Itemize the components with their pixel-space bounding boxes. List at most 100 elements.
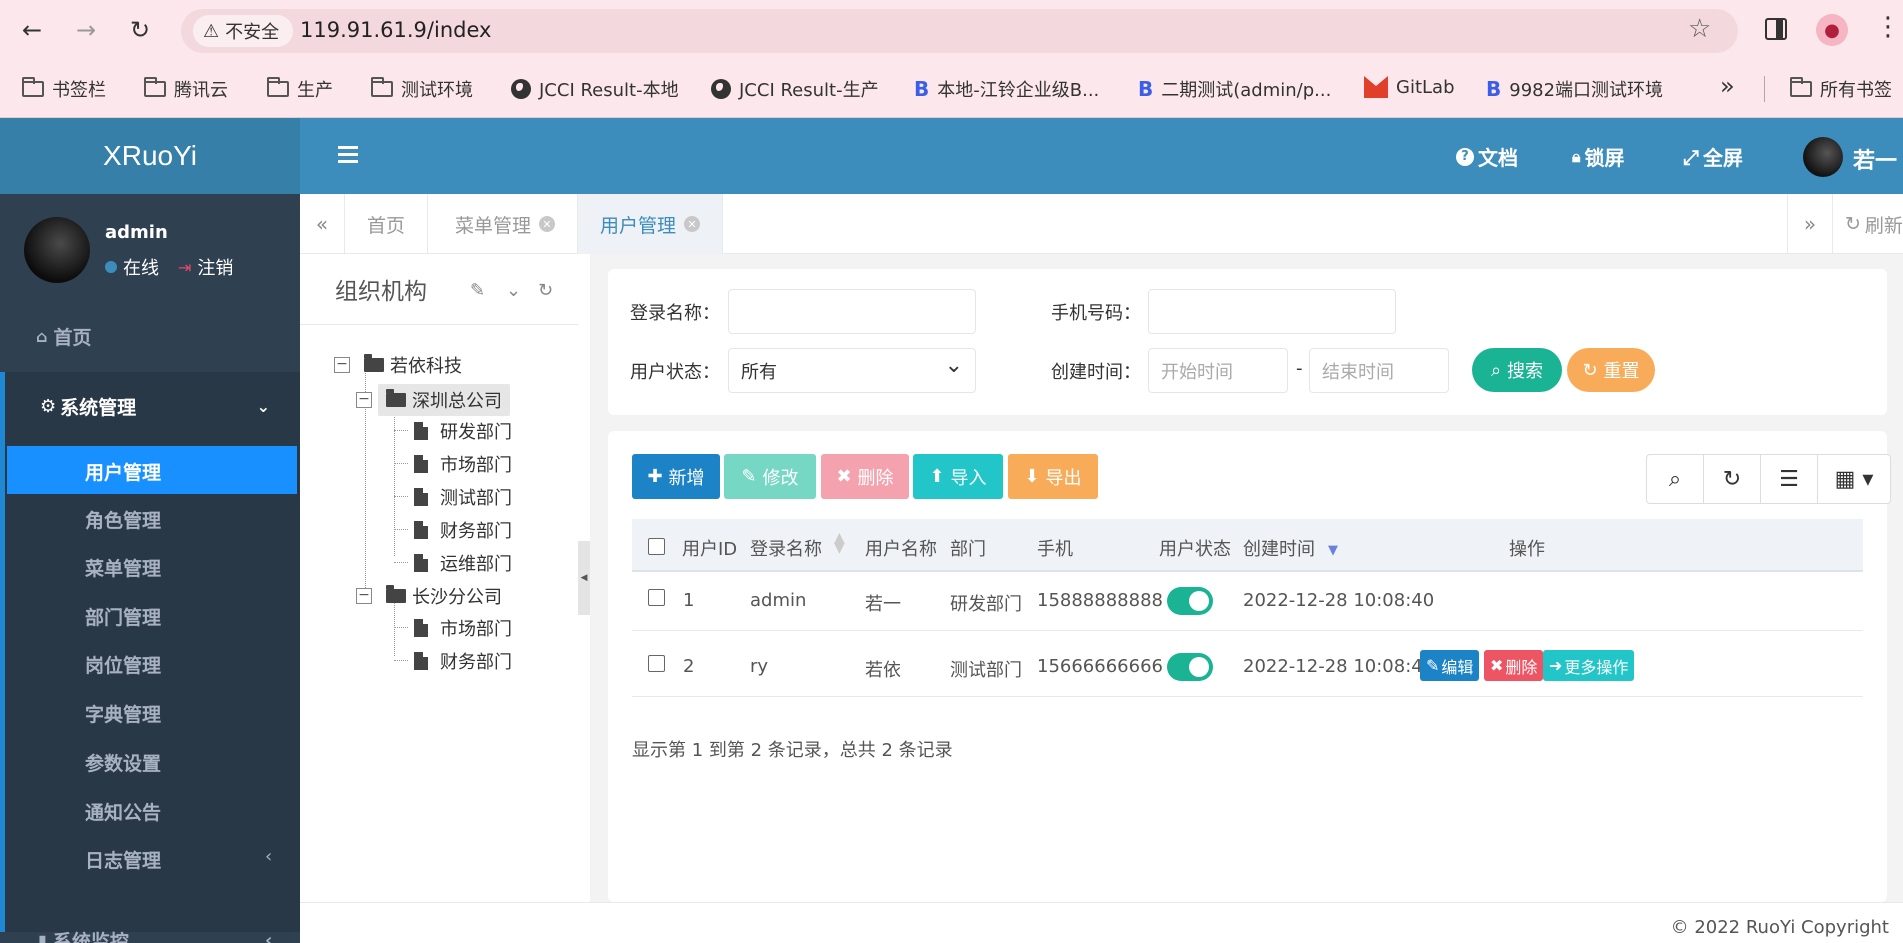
more-bookmarks-button[interactable]: » (1720, 72, 1735, 100)
collapse-icon[interactable]: − (334, 357, 350, 373)
tab-home[interactable]: 首页 (345, 194, 429, 254)
tab-menus[interactable]: 菜单管理 ✕ (433, 194, 579, 254)
bookmark-item[interactable]: GitLab (1364, 76, 1455, 98)
sort-desc-icon[interactable]: ▼ (1328, 543, 1338, 558)
toggle-view-icon[interactable]: ☰ (1760, 454, 1818, 504)
sidebar-item-monitor[interactable]: ▮ 系统监控 ‹ (0, 916, 300, 943)
start-date-input[interactable]: 开始时间 (1148, 348, 1288, 393)
tab-scroll-left-icon[interactable]: « (300, 194, 345, 254)
lock-screen-link[interactable]: 🔒︎ 锁屏 (1572, 142, 1625, 171)
close-icon[interactable]: ✕ (684, 216, 701, 232)
sidebar-item-notices[interactable]: 通知公告 (85, 798, 161, 825)
header-username[interactable]: 若一 (1853, 143, 1897, 175)
row-checkbox[interactable] (648, 589, 665, 606)
col-header-id[interactable]: 用户ID (682, 535, 737, 561)
app-logo[interactable]: XRuoYi (0, 118, 300, 194)
avatar[interactable] (24, 217, 90, 283)
tree-node-dept[interactable]: 财务部门 (414, 517, 512, 543)
tree-node-dept[interactable]: 测试部门 (414, 484, 512, 510)
reset-button[interactable]: ↻ 重置 (1567, 348, 1655, 392)
tree-node-root[interactable]: − 若依科技 (334, 352, 462, 378)
refresh-tab-button[interactable]: ↻ 刷新 (1832, 194, 1903, 254)
sidebar-item-config[interactable]: 参数设置 (85, 749, 161, 776)
side-panel-icon[interactable] (1765, 18, 1787, 40)
export-button[interactable]: ⬇ 导出 (1008, 454, 1098, 499)
col-header-dept[interactable]: 部门 (950, 535, 986, 561)
fullscreen-link[interactable]: ⤢ 全屏 (1683, 142, 1743, 171)
phone-input[interactable] (1148, 289, 1396, 334)
tab-scroll-right-icon[interactable]: » (1787, 194, 1832, 254)
bookmark-item[interactable]: B 二期测试(admin/p... (1138, 76, 1331, 102)
back-arrow-icon[interactable]: ← (14, 12, 50, 48)
col-header-name[interactable]: 用户名称 (865, 535, 937, 561)
tree-node-dept[interactable]: 市场部门 (414, 451, 512, 477)
refresh-icon[interactable]: ↻ (1703, 454, 1761, 504)
sidebar-item-posts[interactable]: 岗位管理 (85, 651, 161, 678)
docs-link[interactable]: ? 文档 (1456, 142, 1518, 171)
collapse-icon[interactable]: − (356, 588, 372, 604)
forward-arrow-icon[interactable]: → (68, 12, 104, 48)
row-delete-button[interactable]: ✖ 删除 (1484, 650, 1544, 681)
status-toggle[interactable] (1167, 587, 1213, 615)
chevron-down-icon[interactable]: ⌄ (506, 280, 521, 301)
bookmark-item[interactable]: 书签栏 (22, 76, 106, 102)
row-edit-button[interactable]: ✎ 编辑 (1420, 650, 1480, 681)
refresh-icon[interactable]: ↻ (538, 280, 553, 301)
menu-toggle-icon[interactable] (338, 146, 358, 164)
row-checkbox[interactable] (648, 655, 665, 672)
sidebar-item-menus[interactable]: 菜单管理 (85, 554, 161, 581)
sidebar-item-dicts[interactable]: 字典管理 (85, 700, 161, 727)
delete-button[interactable]: ✖ 删除 (821, 454, 909, 499)
login-name-input[interactable] (728, 289, 976, 334)
tree-node-shenzhen[interactable]: − 深圳总公司 (356, 384, 510, 416)
add-button[interactable]: ✚ 新增 (632, 454, 720, 499)
tree-node-dept[interactable]: 财务部门 (414, 648, 512, 674)
sidebar-item-home[interactable]: ⌂ 首页 (0, 312, 300, 360)
collapse-icon[interactable]: − (356, 392, 372, 408)
avatar[interactable] (1803, 137, 1843, 177)
status-toggle[interactable] (1167, 653, 1213, 681)
tab-users[interactable]: 用户管理 ✕ (578, 194, 724, 254)
tree-node-dept[interactable]: 市场部门 (414, 615, 512, 641)
col-header-phone[interactable]: 手机 (1037, 535, 1073, 561)
sidebar-item-depts[interactable]: 部门管理 (85, 603, 161, 630)
url-text[interactable]: 119.91.61.9/index (300, 18, 491, 42)
security-chip[interactable]: ⚠ 不安全 (193, 15, 294, 47)
sidebar-item-users[interactable]: 用户管理 (85, 458, 161, 485)
col-header-status[interactable]: 用户状态 (1159, 535, 1231, 561)
edit-button[interactable]: ✎ 修改 (724, 454, 816, 499)
import-button[interactable]: ⬆ 导入 (913, 454, 1003, 499)
sidebar-item-system[interactable]: ⚙ 系统管理 ⌄ (0, 382, 300, 430)
all-bookmarks[interactable]: 所有书签 (1790, 76, 1892, 102)
bookmark-item[interactable]: 生产 (267, 76, 333, 102)
select-all-checkbox[interactable] (648, 538, 665, 555)
logout-link[interactable]: ⇥ 注销 (178, 254, 233, 280)
collapse-panel-handle[interactable]: ◀ (578, 541, 590, 615)
close-icon[interactable]: ✕ (539, 216, 556, 232)
col-header-created[interactable]: 创建时间 (1243, 535, 1315, 561)
reload-icon[interactable]: ↻ (122, 12, 158, 48)
bookmark-item[interactable]: B 本地-江铃企业级B... (914, 76, 1099, 102)
search-button[interactable]: ⌕ 搜索 (1472, 348, 1562, 392)
profile-icon[interactable]: ● (1816, 14, 1848, 46)
sidebar-item-logs[interactable]: 日志管理 (85, 846, 161, 873)
row-more-button[interactable]: ➜ 更多操作 (1543, 650, 1635, 681)
browser-menu-icon[interactable]: ⋮ (1875, 12, 1901, 42)
tree-node-dept[interactable]: 运维部门 (414, 550, 512, 576)
tree-node-changsha[interactable]: − 长沙分公司 (356, 583, 502, 609)
bookmark-item[interactable]: JCCI Result-本地 (511, 76, 679, 102)
bookmark-star-icon[interactable]: ☆ (1688, 14, 1711, 44)
sort-icon[interactable]: ▲ ▼ (834, 531, 845, 555)
bookmark-item[interactable]: JCCI Result-生产 (711, 76, 879, 102)
columns-grid-icon[interactable]: ▦ ▾ (1817, 454, 1891, 504)
edit-icon[interactable]: ✎ (470, 280, 485, 301)
bookmark-item[interactable]: B 9982端口测试环境 (1486, 76, 1663, 102)
toggle-search-icon[interactable]: ⌕ (1646, 454, 1704, 504)
bookmark-item[interactable]: 测试环境 (371, 76, 473, 102)
tree-node-dept[interactable]: 研发部门 (414, 418, 512, 444)
bookmark-item[interactable]: 腾讯云 (144, 76, 228, 102)
end-date-input[interactable]: 结束时间 (1309, 348, 1449, 393)
col-header-login[interactable]: 登录名称 (750, 535, 822, 561)
sidebar-item-roles[interactable]: 角色管理 (85, 506, 161, 533)
status-select[interactable]: 所有 (728, 348, 976, 393)
